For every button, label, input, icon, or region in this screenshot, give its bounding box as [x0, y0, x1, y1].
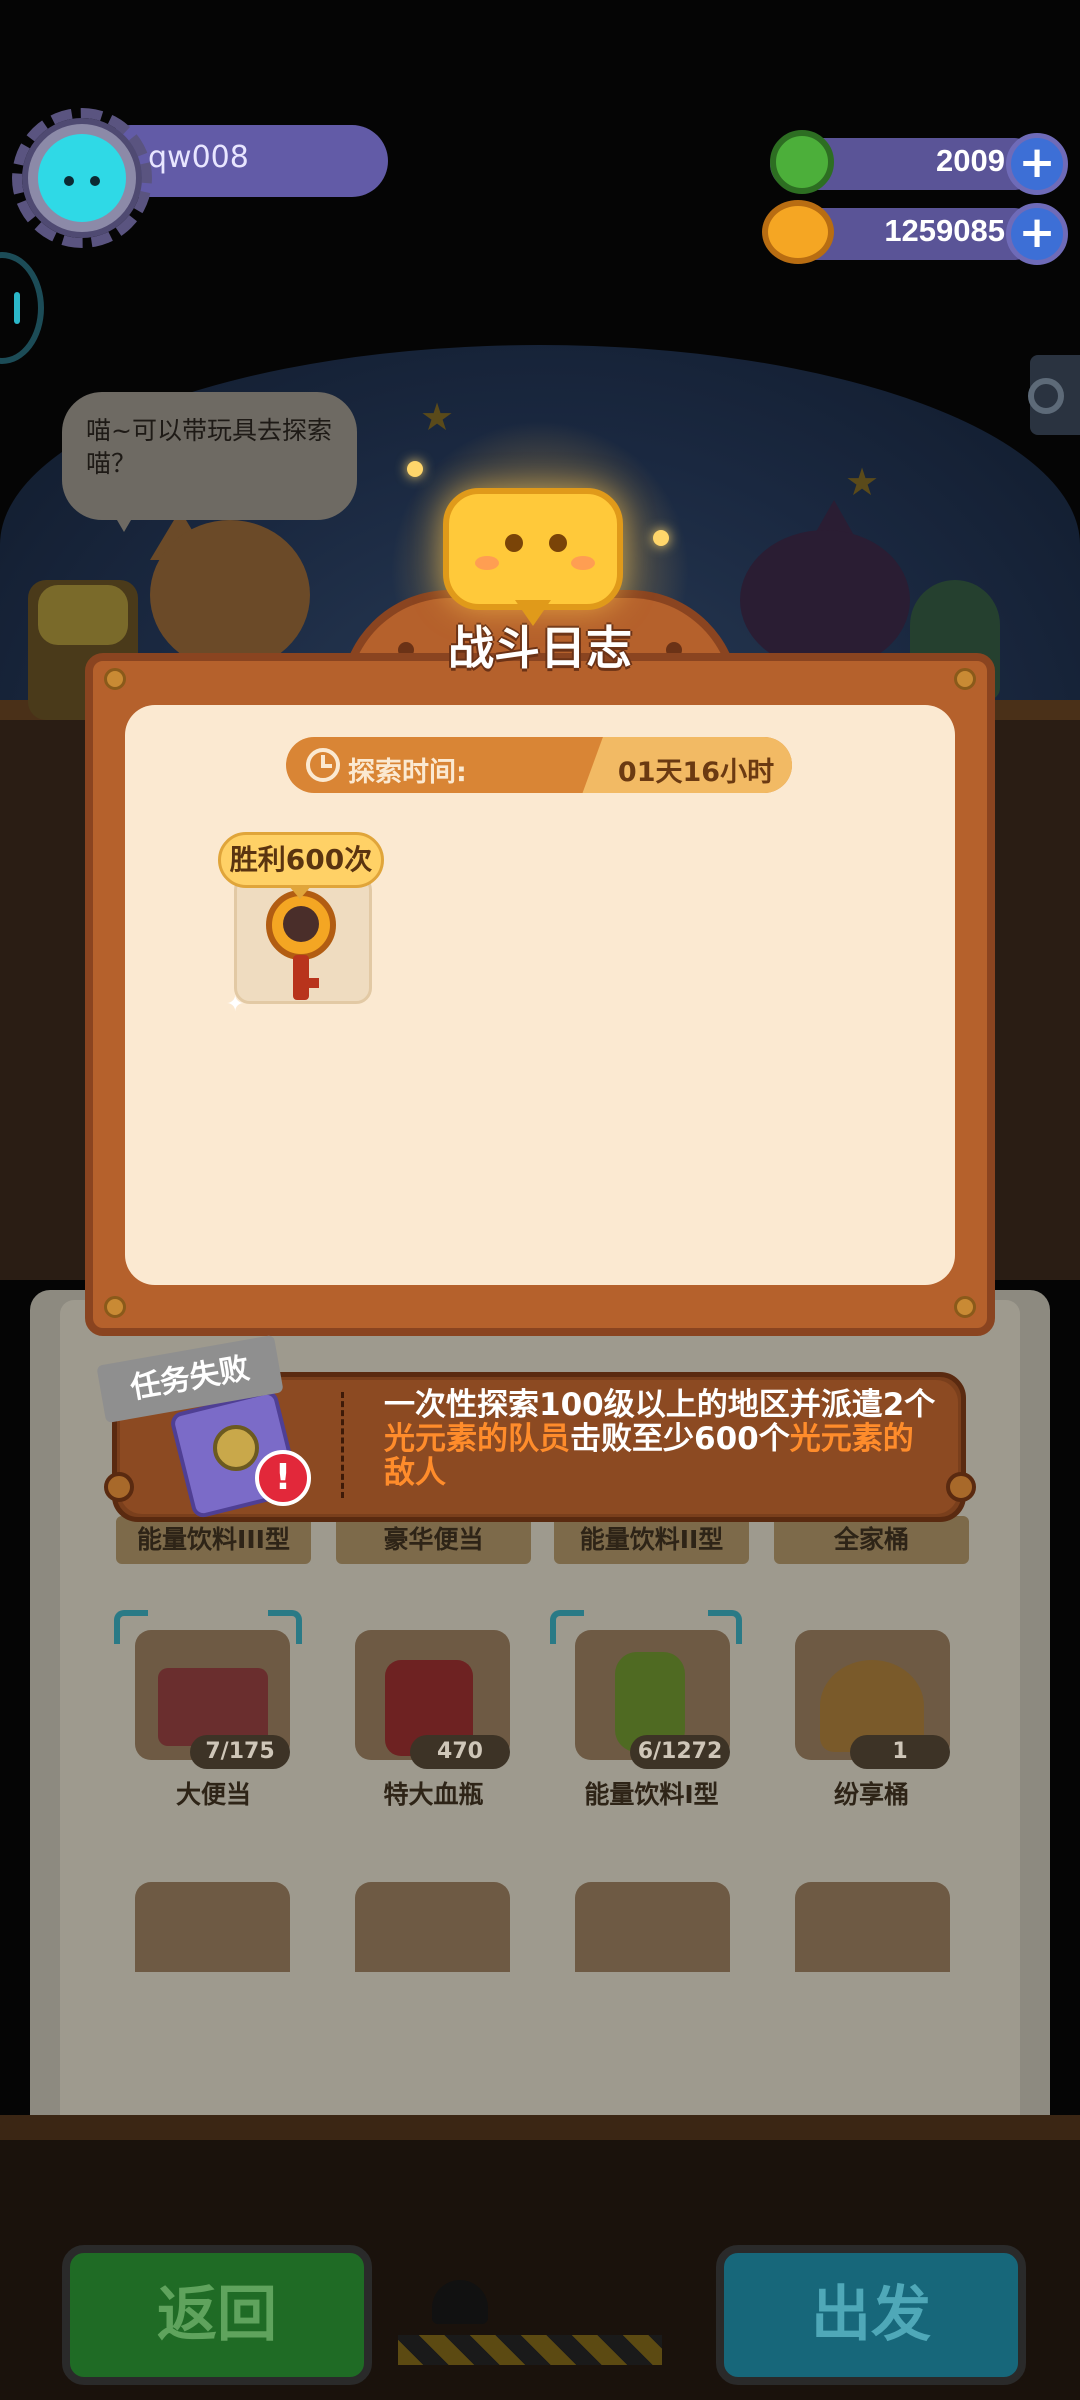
player-name: qw008 — [148, 140, 249, 175]
depart-button[interactable]: 出发 — [716, 2245, 1026, 2385]
banner-curl — [946, 1472, 976, 1502]
avatar-eye — [90, 176, 100, 186]
hazard-stripe — [398, 2335, 662, 2365]
mission-text-part: 一次性探索100级以上的地区并派遣2个 — [384, 1387, 936, 1423]
add-currency-button[interactable]: + — [1006, 133, 1068, 195]
mission-description: 一次性探索100级以上的地区并派遣2个光元素的队员击败至少600个光元素的敌人 — [384, 1388, 944, 1490]
item-name: 大便当 — [175, 1780, 251, 1809]
item-name: 纷享桶 — [833, 1780, 909, 1809]
star-icon: ★ — [420, 395, 455, 439]
avatar-ear — [92, 142, 116, 164]
item-count: 1 — [850, 1735, 950, 1769]
add-currency-button[interactable]: + — [1006, 203, 1068, 265]
banner-curl — [104, 1472, 134, 1502]
item-label: 豪华便当 — [336, 1516, 531, 1564]
fox-character — [150, 520, 310, 670]
item-label: 能量饮料II型 — [554, 1516, 749, 1564]
alert-icon: ! — [255, 1450, 311, 1506]
clock-hand — [321, 764, 332, 768]
key-bit — [305, 978, 319, 988]
item-name: 特大血瓶 — [383, 1780, 484, 1809]
sparkle-icon — [653, 530, 669, 546]
star-icon: ★ — [845, 460, 880, 504]
item-slot[interactable] — [135, 1882, 290, 1972]
mission-text-part: 击败至少600个 — [570, 1421, 790, 1457]
mascot-bubble-tail — [515, 600, 551, 626]
explore-time-label: 探索时间: — [348, 757, 467, 788]
npc-speech-text: 喵~可以带玩具去探索喵？ — [86, 416, 332, 478]
back-button[interactable]: 返回 — [62, 2245, 372, 2385]
frame-corner-ornament — [954, 668, 976, 690]
banner-divider — [341, 1392, 344, 1498]
mascot-eye — [505, 534, 523, 552]
frame-corner-ornament — [104, 668, 126, 690]
item-slot[interactable] — [795, 1882, 950, 1972]
mascot-eye — [549, 534, 567, 552]
frame-corner-ornament — [104, 1296, 126, 1318]
speech-bubble-tail — [110, 508, 138, 532]
currency-value: 2009 — [936, 143, 1005, 178]
item-label: 全家桶 — [774, 1516, 969, 1564]
sparkle-icon — [407, 461, 423, 477]
frame-corner-ornament — [954, 1296, 976, 1318]
side-menu-marker — [14, 292, 20, 324]
explore-time-value: 01天16小时 — [617, 757, 775, 788]
reward-tag-tail — [288, 885, 312, 899]
avatar-eye — [64, 176, 74, 186]
npc-speech-bubble: 喵~可以带玩具去探索喵？ — [62, 392, 357, 520]
key-gem — [283, 906, 319, 942]
mission-text-highlight: 光元素的队员 — [384, 1421, 570, 1457]
mission-emblem-icon — [213, 1425, 259, 1471]
item-slot[interactable] — [355, 1882, 510, 1972]
mascot-cheek — [475, 556, 499, 570]
sparkle-icon: ✦ — [226, 992, 245, 1017]
mascot-cheek — [571, 556, 595, 570]
item-name: 能量饮料I型 — [584, 1780, 719, 1809]
item-count: 470 — [410, 1735, 510, 1769]
item-count: 6/1272 — [630, 1735, 730, 1769]
cat-avatar-icon — [38, 134, 126, 222]
item-slot[interactable] — [575, 1882, 730, 1972]
reward-condition-tag: 胜利600次 — [218, 832, 384, 888]
robot-face — [38, 585, 128, 645]
scissors-icon — [1028, 378, 1064, 414]
avatar-ear — [48, 142, 72, 164]
item-count: 7/175 — [190, 1735, 290, 1769]
witch-character — [740, 530, 910, 670]
side-menu-badge[interactable] — [0, 252, 44, 364]
chat-mascot-icon — [443, 488, 623, 610]
item-label: 能量饮料III型 — [116, 1516, 311, 1564]
currency-value: 1259085 — [884, 213, 1005, 248]
